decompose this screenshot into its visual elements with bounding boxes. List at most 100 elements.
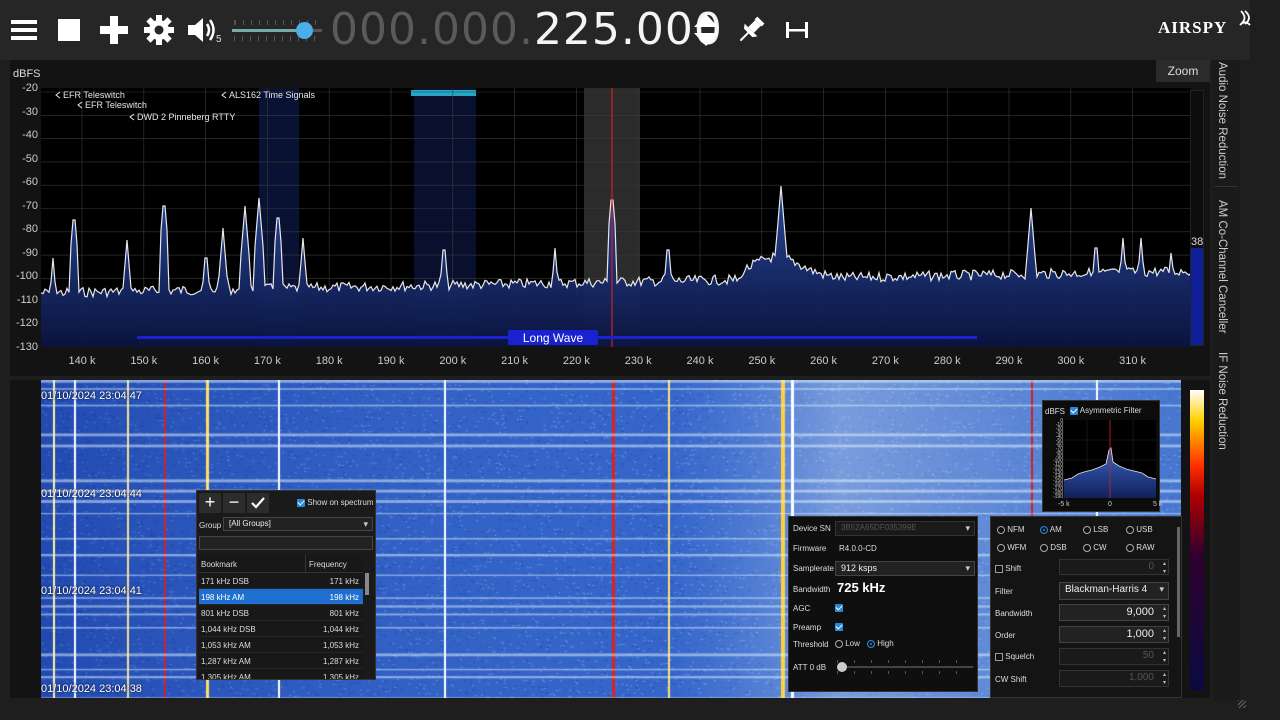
x-tick-label: 190 k [377,355,405,367]
y-tick-label: -40 [22,129,38,141]
band-label[interactable]: Long Wave [523,331,584,345]
waterfall-panel[interactable]: 01/10/2024 23:04:47 01/10/2024 23:04:44 01… [10,380,1210,698]
bookmark-scrollbar[interactable] [365,573,369,595]
bookmark-name: 171 kHz DSB [201,577,250,586]
threshold-high-radio[interactable]: High [867,639,894,648]
volume-slider-handle[interactable] [296,22,313,39]
mode-label: AM [1049,525,1062,534]
remove-bookmark-button[interactable]: − [223,493,245,513]
waterfall-timestamp: 01/10/2024 23:04:47 [41,390,142,402]
cw-shift-input[interactable]: 1,000 [1059,670,1169,687]
add-icon[interactable] [98,10,130,50]
mode-radio-lsb[interactable]: LSB [1083,525,1108,534]
apply-bookmark-button[interactable] [247,493,269,513]
y-tick-label: -110 [16,293,38,306]
waterfall-timestamp: 01/10/2024 23:04:41 [41,585,142,597]
span-icon[interactable] [782,10,812,50]
stop-icon[interactable] [54,10,84,50]
mode-radio-dsb[interactable]: DSB [1040,543,1067,552]
att-slider[interactable] [837,660,973,674]
filter-label: Filter [995,587,1013,596]
asymmetric-filter-checkbox[interactable]: Asymmetric Filter [1070,406,1142,415]
menu-icon[interactable] [8,10,40,50]
squelch-input[interactable]: 50 [1059,648,1169,665]
mode-radio-raw[interactable]: RAW [1126,543,1155,552]
frequency-step-icon[interactable] [690,10,722,50]
resize-grip-icon[interactable] [1238,700,1246,708]
x-tick-label: 240 k [686,355,714,367]
frequency-display[interactable]: 000.000.225.000 [330,4,723,56]
mode-radio-cw[interactable]: CW [1083,543,1107,552]
mode-radio-nfm[interactable]: NFM [997,525,1025,534]
frequency-dim-digits[interactable]: 000.000. [330,4,534,55]
bookmark-row[interactable]: 801 kHz DSB 801 kHz [199,605,363,621]
agc-checkbox[interactable] [835,603,843,612]
bookmark-row[interactable]: 198 kHz AM 198 kHz [199,589,363,605]
tab-if-noise-reduction[interactable]: IF Noise Reduction [1216,352,1228,450]
order-label: Order [995,631,1016,640]
filter-x-tick: 0 [1108,501,1112,508]
column-bookmark[interactable]: Bookmark [201,560,237,569]
volume-icon[interactable]: 5 [186,10,226,50]
column-frequency[interactable]: Frequency [309,560,347,569]
filter-y-tick: -190 [1052,494,1063,500]
station-label[interactable]: DWD 2 Pinneberg RTTY [137,112,235,122]
bookmark-frequency: 1,053 kHz [322,641,359,650]
level-meter [1190,90,1204,346]
agc-label: AGC [793,604,811,613]
filter-select[interactable]: Blackman-Harris 4 [1059,582,1169,600]
mode-label: WFM [1007,543,1027,552]
spectrum-panel[interactable]: dBFS Zoom -20 -30 -40 -50 -60 -70 -80 -90 -100 -1… [10,60,1210,376]
bookmark-row[interactable]: 1,044 kHz DSB 1,044 kHz [199,621,363,637]
demod-bandwidth-input[interactable]: 9,000 [1059,604,1169,621]
bookmark-row[interactable]: 171 kHz DSB 171 kHz [199,573,363,589]
group-select[interactable]: [All Groups] [223,517,373,531]
demod-scrollbar[interactable] [1177,527,1180,637]
filter-plot[interactable] [1064,420,1156,498]
show-on-spectrum-checkbox[interactable]: Show on spectrum [297,498,374,507]
gear-icon[interactable] [142,10,176,50]
firmware-value: R4.0.0-CD [839,544,877,553]
tab-audio-noise-reduction[interactable]: Audio Noise Reduction [1216,62,1228,179]
spectrum-plot[interactable]: Long Wave EFR Teleswitch EFR Teleswitch … [41,88,1191,347]
filter-x-tick: -5 k [1058,501,1070,508]
bookmark-search-input[interactable] [199,536,373,550]
samplerate-select[interactable]: 912 ksps [835,561,975,576]
bookmark-table-header: Bookmark Frequency [199,555,363,573]
station-label[interactable]: EFR Teleswitch [85,100,147,110]
bookmark-row[interactable]: 1,287 kHz AM 1,287 kHz [199,653,363,669]
bookmark-row[interactable]: 1,305 kHz AM 1,305 kHz [199,669,363,679]
att-slider-handle[interactable] [837,662,847,672]
station-label[interactable]: EFR Teleswitch [63,90,125,100]
preamp-checkbox[interactable] [835,622,843,631]
demod-bandwidth-label: Bandwidth [995,609,1033,618]
bookmark-frequency: 1,287 kHz [322,657,359,666]
add-bookmark-button[interactable]: + [199,493,221,513]
threshold-low-radio[interactable]: Low [835,639,860,648]
order-input[interactable]: 1,000 [1059,626,1169,643]
mode-radio-usb[interactable]: USB [1126,525,1153,534]
mode-radio-am[interactable]: AM [1040,525,1062,534]
bookmark-row[interactable]: 1,053 kHz AM 1,053 kHz [199,637,363,653]
pin-icon[interactable] [734,10,768,50]
bookmark-frequency: 801 kHz [329,609,359,618]
zoom-button[interactable]: Zoom [1156,60,1210,82]
mode-radio-wfm[interactable]: WFM [997,543,1026,552]
shift-input[interactable]: 0 [1059,559,1169,576]
bookmark-frequency: 1,305 kHz [322,673,359,679]
x-tick-label: 250 k [748,355,776,367]
side-tab-divider [1214,186,1238,187]
shift-checkbox[interactable]: Shift [995,564,1021,573]
station-label[interactable]: ALS162 Time Signals [229,90,316,100]
group-select-value: [All Groups] [229,519,271,528]
volume-slider[interactable] [232,14,322,46]
x-tick-label: 270 k [871,355,899,367]
y-tick-label: -90 [22,246,38,259]
show-on-spectrum-label: Show on spectrum [307,498,374,507]
device-sn-select[interactable]: 3B52A65DF035399E [835,521,975,536]
asymmetric-filter-label: Asymmetric Filter [1079,406,1142,415]
squelch-checkbox[interactable]: Squelch [995,652,1034,661]
mode-label: RAW [1136,543,1155,552]
tab-am-co-channel-canceller[interactable]: AM Co-Channel Canceller [1216,200,1228,334]
threshold-high-label: High [877,639,894,648]
